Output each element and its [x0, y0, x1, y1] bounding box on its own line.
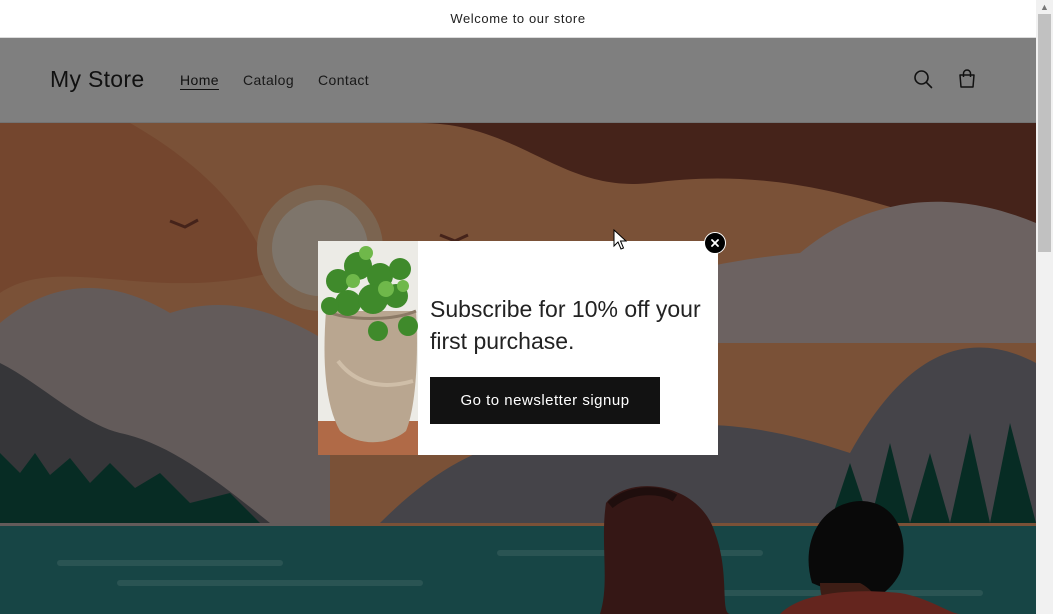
- plant-image: [318, 241, 418, 455]
- nav-catalog[interactable]: Catalog: [243, 72, 294, 88]
- scrollbar-thumb[interactable]: [1038, 14, 1051, 252]
- store-logo[interactable]: My Store: [50, 66, 144, 93]
- search-button[interactable]: [908, 64, 938, 94]
- page-scrollbar[interactable]: ▲: [1036, 0, 1053, 614]
- popup-title: Subscribe for 10% off your first purchas…: [430, 296, 701, 354]
- main-nav: Home Catalog Contact: [180, 72, 369, 88]
- announcement-text: Welcome to our store: [450, 11, 586, 26]
- newsletter-signup-button[interactable]: Go to newsletter signup: [430, 377, 660, 424]
- site-header: My Store Home Catalog Contact: [0, 38, 1036, 123]
- nav-home[interactable]: Home: [180, 72, 219, 88]
- popup-close-button[interactable]: [704, 232, 726, 254]
- mouse-cursor-icon: [613, 229, 627, 250]
- close-icon: [711, 239, 719, 247]
- cart-button[interactable]: [952, 64, 982, 94]
- cart-icon: [959, 69, 975, 88]
- scroll-up-icon[interactable]: ▲: [1036, 0, 1053, 14]
- nav-contact[interactable]: Contact: [318, 72, 369, 88]
- search-icon: [914, 70, 933, 89]
- announcement-bar: Welcome to our store: [0, 0, 1036, 38]
- newsletter-popup: Subscribe for 10% off your first purchas…: [318, 241, 718, 455]
- popup-content: Subscribe for 10% off your first purchas…: [418, 241, 718, 455]
